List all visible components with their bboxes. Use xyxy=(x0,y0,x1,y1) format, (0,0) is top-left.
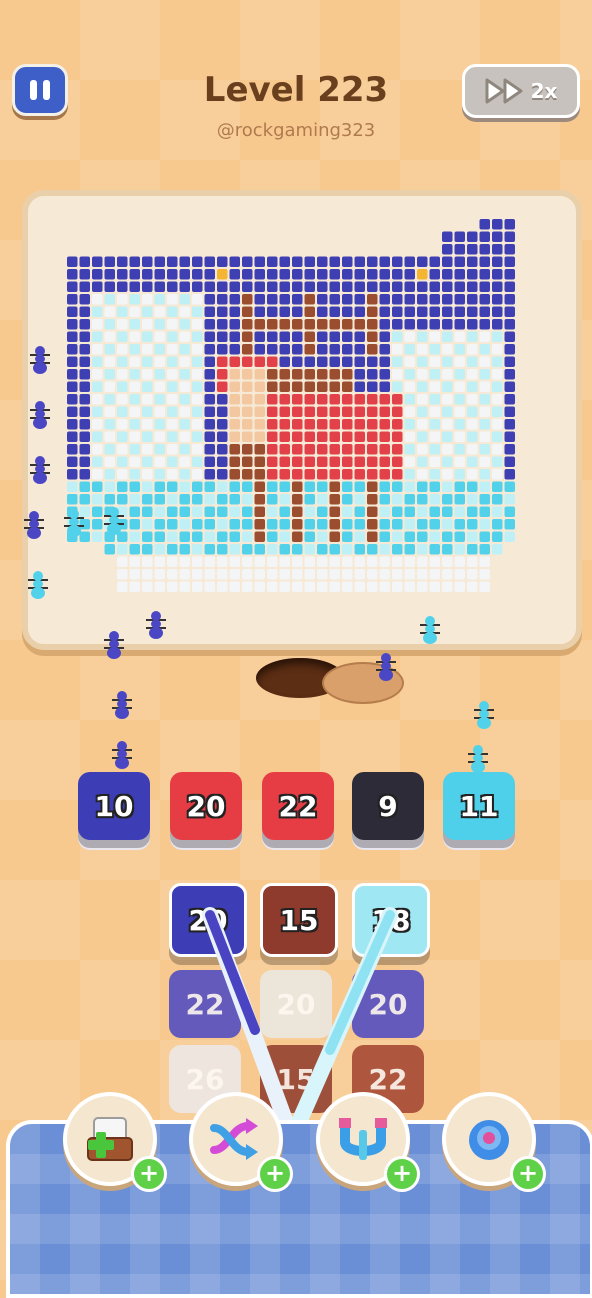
add-box-icon xyxy=(87,1117,133,1161)
donut-powerup-button[interactable]: + xyxy=(442,1092,546,1192)
shuffle-icon xyxy=(210,1118,258,1160)
magnet-powerup-button[interactable]: + xyxy=(316,1092,420,1192)
plus-icon: + xyxy=(510,1156,546,1192)
add-box-powerup-button[interactable]: + xyxy=(63,1092,167,1192)
plus-icon: + xyxy=(384,1156,420,1192)
shuffle-powerup-button[interactable]: + xyxy=(189,1092,293,1192)
plus-icon: + xyxy=(131,1156,167,1192)
magnet-icon xyxy=(339,1118,387,1160)
plus-icon: + xyxy=(257,1156,293,1192)
donut-icon xyxy=(469,1120,509,1160)
straws xyxy=(202,907,398,1128)
